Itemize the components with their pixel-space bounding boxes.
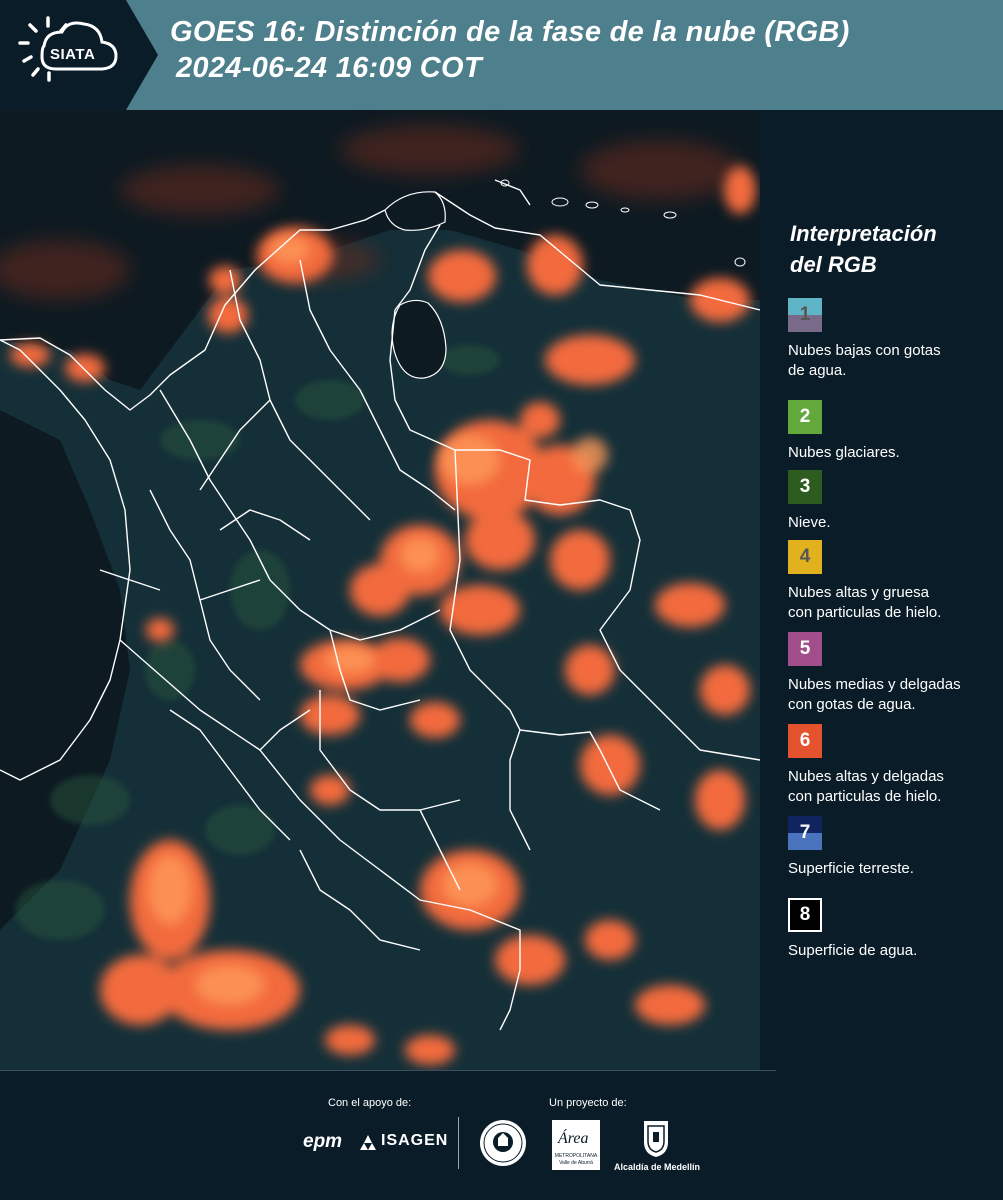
legend-label: Superficie de agua. [788, 941, 1003, 961]
legend-number: 6 [799, 730, 811, 751]
legend-number: 2 [799, 406, 811, 427]
legend-label: Nieve. [788, 513, 1003, 533]
isagen-mark-icon [360, 1135, 376, 1150]
legend-number: 7 [799, 822, 811, 843]
legend-item-7: 7 Superficie terreste. [788, 816, 1003, 879]
footer: Con el apoyo de: Un proyecto de: epm ISA… [0, 1070, 1003, 1200]
legend-item-8: 8 Superficie de agua. [788, 898, 1003, 961]
page-title: GOES 16: Distinción de la fase de la nub… [170, 14, 990, 86]
area-logo-line3: Valle de Aburrá [559, 1160, 593, 1166]
legend-swatch: 8 [788, 898, 822, 932]
legend-item-5: 5 Nubes medias y delgadas con gotas de agu… [788, 632, 1003, 715]
legend-item-2: 2 Nubes glaciares. [788, 400, 1003, 463]
area-logo-line2: METROPOLITANA [554, 1153, 598, 1159]
legend-label: Nubes bajas con gotas de agua. [788, 341, 1003, 381]
legend-swatch: 1 [788, 298, 822, 332]
legend-label-line-2: de agua. [788, 362, 847, 379]
legend-number: 1 [799, 304, 811, 325]
legend-label-line-1: Nubes glaciares. [788, 444, 900, 461]
legend-label: Superficie terreste. [788, 859, 1003, 879]
legend-swatch: 4 [788, 540, 822, 574]
isagen-label: ISAGEN [381, 1132, 449, 1149]
legend-label-line-1: Nubes bajas con gotas [788, 342, 941, 359]
support-label: Con el apoyo de: [328, 1097, 412, 1109]
legend-label-line-1: Superficie terreste. [788, 860, 914, 877]
header-bar: SIATA GOES 16: Distinción de la fase de … [0, 0, 1003, 110]
title-line-1: GOES 16: Distinción de la fase de la nub… [170, 16, 850, 48]
epm-logo: epm [303, 1131, 343, 1152]
footer-vertical-divider [458, 1117, 459, 1169]
legend-label-line-1: Superficie de agua. [788, 942, 918, 959]
alcaldia-label: Alcaldía de Medellín [613, 1162, 701, 1172]
area-metropolitana-logo: Área METROPOLITANA Valle de Aburrá [552, 1120, 600, 1170]
title-line-2: 2024-06-24 16:09 COT [176, 52, 482, 84]
legend-title-line-1: Interpretación [790, 221, 937, 246]
legend-label-line-1: Nubes medias y delgadas [788, 676, 961, 693]
legend-item-4: 4 Nubes altas y gruesa con particulas de h… [788, 540, 1003, 623]
legend-swatch: 2 [788, 400, 822, 434]
satellite-map [0, 110, 760, 1070]
seal-logo [478, 1118, 528, 1173]
legend-label-line-2: con particulas de hielo. [788, 604, 942, 621]
legend-number: 5 [799, 638, 811, 659]
legend-number: 3 [799, 476, 811, 497]
legend-swatch: 6 [788, 724, 822, 758]
legend-label: Nubes altas y gruesa con particulas de hi… [788, 583, 1003, 623]
legend-number: 4 [799, 546, 811, 567]
legend-title: Interpretación del RGB [790, 218, 990, 280]
alcaldia-shield-icon [641, 1118, 671, 1163]
legend-title-line-2: del RGB [790, 252, 877, 277]
legend-label-line-2: con particulas de hielo. [788, 788, 942, 805]
legend-item-3: 3 Nieve. [788, 470, 1003, 533]
legend-item-1: 1 Nubes bajas con gotas de agua. [788, 298, 1003, 381]
legend-label: Nubes glaciares. [788, 443, 1003, 463]
legend-label: Nubes medias y delgadas con gotas de agua… [788, 675, 1003, 715]
legend-swatch: 3 [788, 470, 822, 504]
project-label: Un proyecto de: [549, 1097, 627, 1109]
legend-swatch: 5 [788, 632, 822, 666]
legend-label-line-1: Nieve. [788, 514, 831, 531]
siata-logo-text: SIATA [50, 46, 96, 63]
legend-label-line-1: Nubes altas y delgadas [788, 768, 944, 785]
legend-swatch: 7 [788, 816, 822, 850]
area-logo-word: Área [558, 1130, 589, 1147]
legend-label-line-1: Nubes altas y gruesa [788, 584, 929, 601]
footer-divider [0, 1070, 776, 1071]
legend-label-line-2: con gotas de agua. [788, 696, 916, 713]
legend-item-6: 6 Nubes altas y delgadas con particulas de… [788, 724, 1003, 807]
legend-number: 8 [799, 904, 811, 925]
legend-label: Nubes altas y delgadas con particulas de … [788, 767, 1003, 807]
isagen-logo [358, 1134, 378, 1157]
siata-logo: SIATA [0, 0, 158, 110]
rgb-legend: Interpretación del RGB 1 Nubes bajas con … [760, 110, 1003, 1070]
